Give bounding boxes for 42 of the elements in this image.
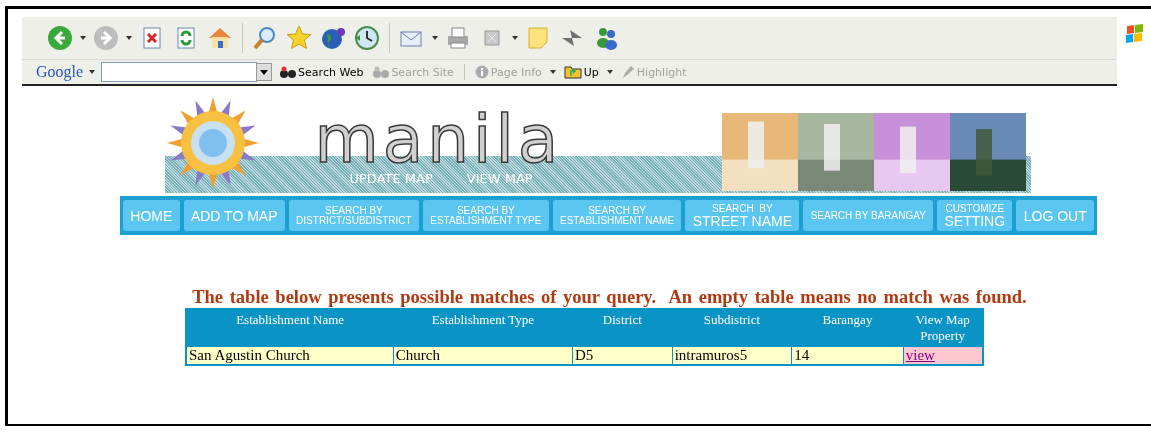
binoculars-icon (280, 65, 297, 79)
nav-button[interactable]: LOG OUT (1016, 200, 1095, 231)
marker-icon (620, 65, 635, 79)
table-cell: San Agustin Church (186, 346, 394, 365)
history-icon[interactable] (353, 24, 381, 52)
nav-button[interactable]: SEARCH BY BARANGAY (803, 200, 934, 231)
column-header: Subdistrict (672, 309, 792, 347)
caret-icon (260, 69, 269, 75)
caret-icon[interactable] (512, 36, 518, 40)
table-cell: intramuros5 (672, 346, 792, 365)
binoculars-icon (373, 65, 390, 79)
column-header: Establishment Name (186, 309, 394, 347)
caret-icon[interactable] (126, 36, 132, 40)
table-cell: 14 (791, 346, 904, 365)
nav-button[interactable]: SEARCH BY STREET NAME (685, 200, 800, 231)
caret-icon[interactable] (606, 70, 613, 74)
nav-button[interactable]: SEARCH BY ESTABLISHMENT NAME (552, 200, 682, 231)
nav-button[interactable]: HOME (123, 200, 180, 231)
google-logo[interactable]: Google (36, 63, 84, 81)
column-header: View Map Property (903, 309, 983, 347)
windows-logo-icon (1125, 23, 1145, 45)
view-link[interactable]: view (905, 347, 935, 363)
caret-icon[interactable] (432, 36, 438, 40)
caret-icon[interactable] (89, 70, 96, 74)
nav-button[interactable]: CUSTOMIZE SETTING (937, 200, 1013, 231)
caret-icon[interactable] (80, 36, 86, 40)
toolbar-button[interactable]: Up (561, 65, 601, 79)
back-icon[interactable] (46, 24, 74, 52)
toolbar-button[interactable]: Search Web (278, 65, 366, 79)
folder-up-icon (563, 65, 582, 79)
nav-button[interactable]: SEARCH BY DISTRICT/SUBDISTRICT (288, 200, 419, 231)
column-header: Establishment Type (393, 309, 573, 347)
info-icon (474, 65, 489, 79)
table-cell: Church (393, 346, 573, 365)
nav-button[interactable]: ADD TO MAP (183, 200, 285, 231)
table-cell: D5 (572, 346, 673, 365)
nav-button[interactable]: SEARCH BY ESTABLISHMENT TYPE (422, 200, 549, 231)
star-icon[interactable] (285, 24, 313, 52)
results-message: The table below presents possible matches of your query. An empty table means no match was found. (192, 287, 1027, 308)
search-field[interactable] (101, 62, 258, 82)
column-header: Barangay (791, 309, 904, 347)
column-header: District (572, 309, 673, 347)
